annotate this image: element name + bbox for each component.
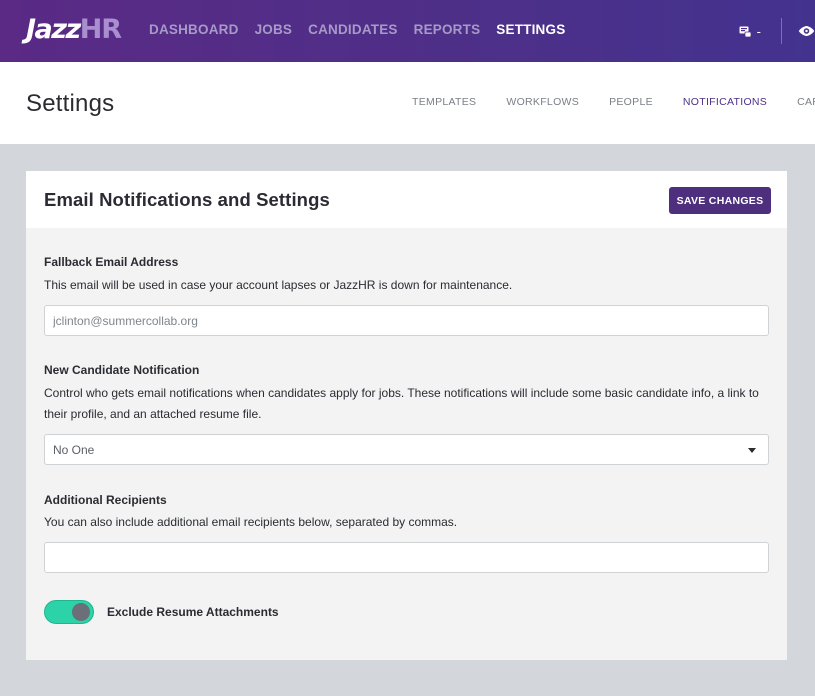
top-navbar: Jazz HR DASHBOARD JOBS CANDIDATES REPORTS… (0, 0, 815, 62)
inbox-icon (739, 26, 751, 37)
eye-icon (798, 25, 815, 37)
additional-recipients-label: Additional Recipients (44, 493, 167, 507)
card-title: Email Notifications and Settings (44, 189, 330, 210)
jazzhr-logo[interactable]: Jazz HR (26, 14, 122, 46)
notifications-count: - (756, 23, 761, 39)
toggle-knob (72, 603, 90, 621)
logo-accent: HR (79, 14, 122, 45)
save-changes-button[interactable]: SAVE CHANGES (669, 187, 771, 214)
additional-recipients-help: You can also include additional email re… (44, 515, 458, 529)
settings-subheader: Settings TEMPLATES WORKFLOWS PEOPLE NOTI… (0, 62, 815, 144)
subnav-people[interactable]: PEOPLE (609, 96, 653, 108)
preview-eye-button[interactable] (798, 18, 815, 44)
notifications-button[interactable]: - (739, 24, 761, 39)
top-right-tools: - (739, 18, 815, 44)
new-candidate-selected: No One (53, 442, 95, 457)
nav-settings[interactable]: SETTINGS (496, 22, 565, 37)
card-header: Email Notifications and Settings SAVE CH… (26, 171, 787, 228)
exclude-resume-toggle[interactable] (44, 600, 94, 624)
main-nav: DASHBOARD JOBS CANDIDATES REPORTS SETTIN… (149, 22, 581, 37)
nav-dashboard[interactable]: DASHBOARD (149, 22, 239, 37)
email-notifications-card: Email Notifications and Settings SAVE CH… (26, 171, 787, 660)
exclude-resume-label: Exclude Resume Attachments (107, 605, 279, 619)
new-candidate-label: New Candidate Notification (44, 363, 200, 377)
settings-subnav: TEMPLATES WORKFLOWS PEOPLE NOTIFICATIONS… (412, 96, 815, 108)
new-candidate-select[interactable]: No One (44, 434, 769, 465)
subnav-careers[interactable]: CAREERS (797, 96, 815, 108)
fallback-email-help: This email will be used in case your acc… (44, 278, 513, 292)
subnav-workflows[interactable]: WORKFLOWS (506, 96, 579, 108)
subnav-notifications[interactable]: NOTIFICATIONS (683, 96, 767, 108)
nav-jobs[interactable]: JOBS (255, 22, 293, 37)
logo-main: Jazz (26, 14, 81, 45)
fallback-email-label: Fallback Email Address (44, 255, 179, 269)
new-candidate-help: Control who gets email notifications whe… (44, 386, 759, 421)
fallback-email-input[interactable] (44, 305, 769, 336)
nav-candidates[interactable]: CANDIDATES (308, 22, 398, 37)
page-title: Settings (26, 90, 115, 117)
nav-reports[interactable]: REPORTS (414, 22, 481, 37)
additional-recipients-input[interactable] (44, 542, 769, 573)
subnav-templates[interactable]: TEMPLATES (412, 96, 476, 108)
caret-down-icon (748, 448, 756, 453)
nav-divider (781, 18, 782, 44)
